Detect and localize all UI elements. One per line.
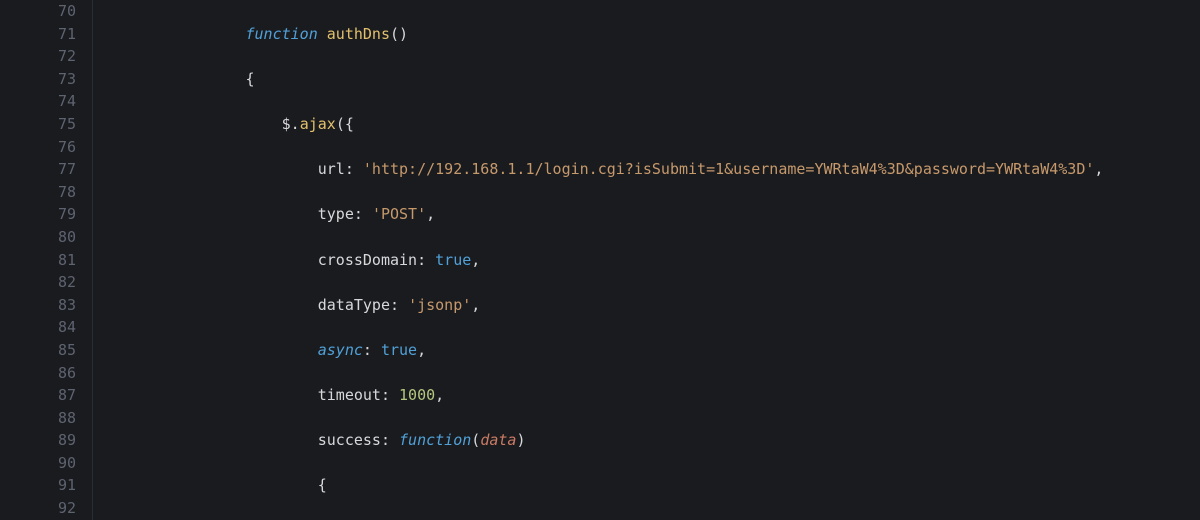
line-number: 70	[0, 0, 92, 23]
code-line[interactable]: dataType: 'jsonp',	[101, 294, 1200, 317]
prop-url: url	[318, 160, 345, 178]
line-number: 82	[0, 271, 92, 294]
jquery-dollar: $	[282, 115, 291, 133]
line-number: 71	[0, 23, 92, 46]
string-post: 'POST'	[372, 205, 426, 223]
method-ajax: ajax	[300, 115, 336, 133]
line-number: 84	[0, 316, 92, 339]
prop-crossdomain: crossDomain	[318, 251, 417, 269]
number-1000: 1000	[399, 386, 435, 404]
line-number: 73	[0, 68, 92, 91]
line-number: 77	[0, 158, 92, 181]
line-number: 74	[0, 90, 92, 113]
code-line[interactable]: type: 'POST',	[101, 203, 1200, 226]
code-line[interactable]: $.ajax({	[101, 113, 1200, 136]
line-number: 80	[0, 226, 92, 249]
line-number: 90	[0, 452, 92, 475]
literal-true: true	[381, 341, 417, 359]
code-editor[interactable]: 70 71 72 73 74 75 76 77 78 79 80 81 82 8…	[0, 0, 1200, 520]
prop-async: async	[318, 341, 363, 359]
line-number: 79	[0, 203, 92, 226]
code-line[interactable]: function authDns()	[101, 23, 1200, 46]
line-number-gutter: 70 71 72 73 74 75 76 77 78 79 80 81 82 8…	[0, 0, 93, 520]
line-number: 87	[0, 384, 92, 407]
code-line[interactable]: async: true,	[101, 339, 1200, 362]
line-number: 81	[0, 249, 92, 272]
param-data: data	[480, 431, 516, 449]
string-jsonp: 'jsonp'	[408, 296, 471, 314]
literal-true: true	[435, 251, 471, 269]
function-name: authDns	[327, 25, 390, 43]
keyword-function: function	[246, 25, 318, 43]
line-number: 83	[0, 294, 92, 317]
string-url: 'http://192.168.1.1/login.cgi?isSubmit=1…	[363, 160, 1095, 178]
line-number: 89	[0, 429, 92, 452]
prop-datatype: dataType	[318, 296, 390, 314]
line-number: 72	[0, 45, 92, 68]
code-area[interactable]: function authDns() { $.ajax({ url: 'http…	[93, 0, 1200, 520]
code-line[interactable]: crossDomain: true,	[101, 249, 1200, 272]
prop-success: success	[318, 431, 381, 449]
line-number: 86	[0, 362, 92, 385]
code-line[interactable]: url: 'http://192.168.1.1/login.cgi?isSub…	[101, 158, 1200, 181]
code-line[interactable]: success: function(data)	[101, 429, 1200, 452]
line-number: 75	[0, 113, 92, 136]
code-line[interactable]: {	[101, 68, 1200, 91]
line-number: 78	[0, 181, 92, 204]
code-line[interactable]: timeout: 1000,	[101, 384, 1200, 407]
code-line[interactable]: {	[101, 474, 1200, 497]
line-number: 85	[0, 339, 92, 362]
prop-type: type	[318, 205, 354, 223]
line-number: 91	[0, 474, 92, 497]
line-number: 88	[0, 407, 92, 430]
line-number: 92	[0, 497, 92, 520]
keyword-function: function	[399, 431, 471, 449]
line-number: 76	[0, 136, 92, 159]
prop-timeout: timeout	[318, 386, 381, 404]
